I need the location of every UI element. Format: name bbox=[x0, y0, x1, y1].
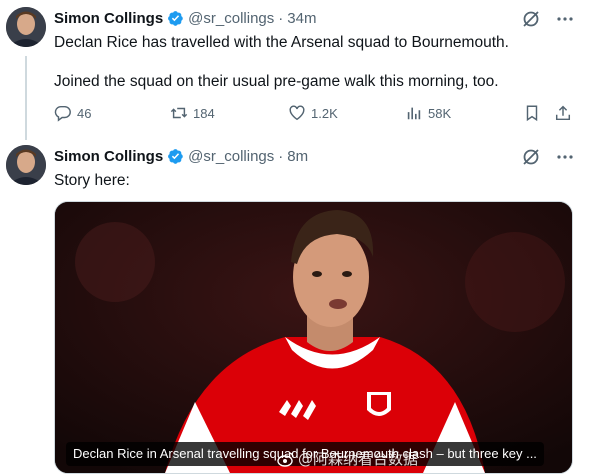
repost-icon bbox=[170, 107, 188, 119]
like-button[interactable]: 1.2K bbox=[288, 104, 338, 122]
like-icon bbox=[289, 105, 305, 121]
repost-button[interactable]: 184 bbox=[170, 104, 215, 122]
card-image bbox=[55, 202, 572, 473]
tweet-2[interactable]: Simon Collings @sr_collings · 8m Story h… bbox=[0, 140, 589, 474]
timestamp[interactable]: 34m bbox=[287, 10, 316, 27]
tweet-text: Declan Rice has travelled with the Arsen… bbox=[54, 34, 509, 51]
bookmark-icon bbox=[526, 105, 538, 122]
avatar[interactable] bbox=[6, 7, 46, 47]
grok-icon[interactable] bbox=[521, 9, 541, 29]
thread-line bbox=[25, 56, 27, 140]
views-icon bbox=[407, 107, 421, 120]
tweet-header: Simon Collings @sr_collings · 8m bbox=[54, 146, 308, 166]
tweet-top-actions bbox=[521, 9, 575, 29]
watermark: @阿森纳看台数据 bbox=[277, 448, 418, 469]
reply-count: 46 bbox=[77, 105, 92, 121]
verified-badge-icon bbox=[167, 10, 184, 27]
tweet-1[interactable]: Simon Collings @sr_collings · 34m Declan… bbox=[0, 0, 589, 140]
author-handle[interactable]: @sr_collings bbox=[188, 148, 274, 165]
more-icon[interactable] bbox=[555, 147, 575, 167]
separator-dot: · bbox=[278, 9, 284, 27]
timestamp[interactable]: 8m bbox=[287, 148, 308, 165]
repost-count: 184 bbox=[193, 105, 215, 121]
author-name[interactable]: Simon Collings bbox=[54, 148, 163, 165]
tweet-text: Joined the squad on their usual pre-game… bbox=[54, 73, 499, 90]
author-handle[interactable]: @sr_collings bbox=[188, 10, 274, 27]
share-icon bbox=[555, 105, 571, 121]
weibo-icon bbox=[277, 451, 294, 467]
link-card[interactable]: Declan Rice in Arsenal travelling squad … bbox=[54, 201, 573, 474]
more-icon[interactable] bbox=[555, 9, 575, 29]
grok-icon[interactable] bbox=[521, 147, 541, 167]
tweet-top-actions bbox=[521, 147, 575, 167]
reply-icon bbox=[54, 105, 71, 122]
views-button[interactable]: 58K bbox=[405, 104, 451, 122]
tweet-text: Story here: bbox=[54, 172, 130, 189]
like-count: 1.2K bbox=[311, 105, 338, 121]
avatar[interactable] bbox=[6, 145, 46, 185]
tweet-actions: 46 184 1.2K 58K bbox=[54, 104, 574, 124]
view-count: 58K bbox=[428, 105, 452, 121]
tweet-header: Simon Collings @sr_collings · 34m bbox=[54, 8, 316, 28]
watermark-text: @阿森纳看台数据 bbox=[298, 450, 419, 468]
bookmark-button[interactable] bbox=[523, 104, 541, 122]
verified-badge-icon bbox=[167, 148, 184, 165]
author-name[interactable]: Simon Collings bbox=[54, 10, 163, 27]
share-button[interactable] bbox=[554, 104, 572, 122]
reply-button[interactable]: 46 bbox=[54, 104, 91, 122]
separator-dot: · bbox=[278, 147, 284, 165]
